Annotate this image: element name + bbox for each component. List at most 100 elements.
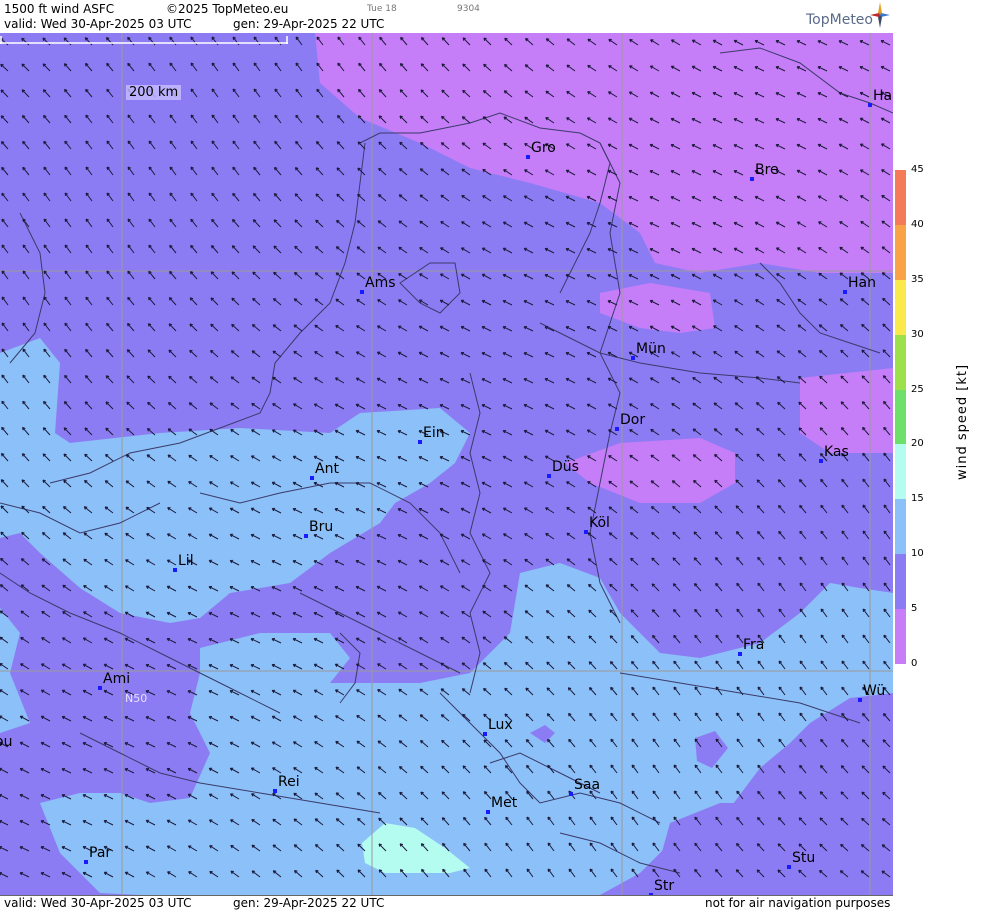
- wind-arrow: [461, 611, 471, 618]
- wind-arrow: [274, 140, 282, 150]
- wind-arrow: [148, 296, 156, 306]
- wind-arrow: [189, 297, 198, 306]
- wind-arrow: [40, 741, 51, 748]
- map-header: 1500 ft wind ASFC ©2025 TopMeteo.eu Tue …: [0, 0, 893, 34]
- wind-arrow: [440, 194, 450, 202]
- wind-arrow: [673, 608, 681, 618]
- wind-arrow: [64, 348, 72, 358]
- wind-arrow: [127, 322, 135, 332]
- wind-arrow: [439, 585, 450, 592]
- wind-arrow: [481, 533, 492, 540]
- wind-arrow: [61, 742, 72, 748]
- wind-arrow: [777, 453, 786, 462]
- wind-arrow: [565, 377, 576, 384]
- wind-arrow: [651, 609, 660, 618]
- day-code: Tue 18: [367, 4, 397, 14]
- wind-arrow: [166, 664, 177, 670]
- wind-arrow: [672, 531, 681, 540]
- wind-arrow: [64, 244, 72, 254]
- wind-arrow: [252, 219, 261, 228]
- city-marker: [98, 686, 102, 690]
- wind-arrow: [40, 846, 51, 852]
- wind-arrow: [861, 791, 870, 800]
- wind-arrow: [777, 401, 786, 410]
- wind-arrow: [145, 793, 156, 800]
- wind-arrow: [502, 352, 513, 358]
- wind-arrow: [797, 324, 807, 332]
- wind-arrow: [334, 377, 345, 384]
- wind-arrow: [85, 218, 93, 228]
- wind-arrow: [294, 245, 303, 254]
- wind-arrow: [397, 325, 408, 332]
- wind-arrow: [169, 244, 177, 254]
- wind-arrow: [315, 245, 324, 254]
- city-marker: [547, 474, 551, 478]
- wind-arrow: [231, 297, 240, 306]
- wind-arrow: [482, 636, 492, 644]
- wind-arrow: [818, 272, 828, 280]
- wind-arrow: [397, 508, 408, 514]
- wind-arrow: [523, 404, 534, 410]
- wind-arrow: [460, 378, 471, 384]
- wind-arrow: [798, 479, 807, 488]
- wind-arrow: [166, 793, 177, 800]
- wind-arrow: [20, 636, 30, 644]
- wind-arrow: [628, 403, 639, 410]
- wind-arrow: [630, 583, 639, 592]
- wind-arrow: [313, 612, 324, 618]
- wind-arrow: [608, 532, 618, 540]
- wind-arrow: [230, 376, 240, 384]
- wind-arrow: [715, 634, 723, 644]
- legend-tick-label: 40: [911, 218, 924, 230]
- wind-arrow: [735, 479, 744, 488]
- wind-arrow: [251, 350, 261, 358]
- wind-arrow: [398, 273, 408, 280]
- wind-arrow: [460, 456, 471, 462]
- wind-arrow: [40, 689, 51, 696]
- city-label: Str: [654, 878, 675, 894]
- wind-arrow: [713, 428, 723, 436]
- city-label: Saa: [574, 777, 601, 793]
- city-marker: [310, 476, 314, 480]
- wind-arrow: [208, 638, 219, 644]
- wind-map[interactable]: 200 km N50 Gro Bre Ha Ams Han Mün Dor Ein Düs Kas…: [0, 33, 893, 895]
- wind-arrow: [713, 376, 723, 384]
- wind-arrow: [210, 245, 219, 254]
- wind-arrow: [250, 612, 261, 618]
- wind-arrow: [1, 270, 9, 280]
- wind-arrow: [777, 479, 786, 488]
- wind-arrow: [565, 403, 576, 410]
- wind-arrow: [607, 274, 618, 280]
- wind-arrow: [103, 716, 114, 722]
- wind-arrow: [418, 611, 429, 618]
- wind-arrow: [168, 323, 177, 332]
- wind-arrow: [670, 351, 681, 358]
- wind-arrow: [190, 88, 198, 98]
- wind-arrow: [398, 168, 408, 176]
- wind-arrow: [314, 351, 324, 358]
- wind-arrow: [755, 299, 765, 306]
- legend-tick-label: 45: [911, 164, 924, 175]
- wind-arrow: [713, 325, 723, 332]
- wind-arrow: [777, 427, 786, 436]
- legend-tick-label: 20: [911, 438, 924, 450]
- wind-speed-legend: 45 40 35 30 25 20 15 10 5 0 wind speed [kt]: [893, 0, 983, 909]
- wind-arrow: [169, 270, 177, 280]
- wind-arrow: [418, 559, 429, 566]
- legend-tick-label: 25: [911, 383, 924, 395]
- wind-arrow: [85, 88, 93, 98]
- wind-arrow: [482, 610, 492, 618]
- wind-arrow: [169, 166, 177, 176]
- wind-arrow: [210, 323, 219, 332]
- wind-arrow: [273, 245, 282, 254]
- wind-arrow: [127, 166, 135, 176]
- wind-arrow: [523, 378, 534, 384]
- wind-arrow: [757, 608, 765, 618]
- wind-arrow: [799, 504, 807, 514]
- wind-arrow: [418, 533, 429, 540]
- wind-arrow: [586, 351, 597, 358]
- wind-arrow: [231, 271, 240, 280]
- wind-arrow: [42, 63, 51, 72]
- wind-arrow: [460, 352, 471, 358]
- wind-arrow: [314, 324, 324, 332]
